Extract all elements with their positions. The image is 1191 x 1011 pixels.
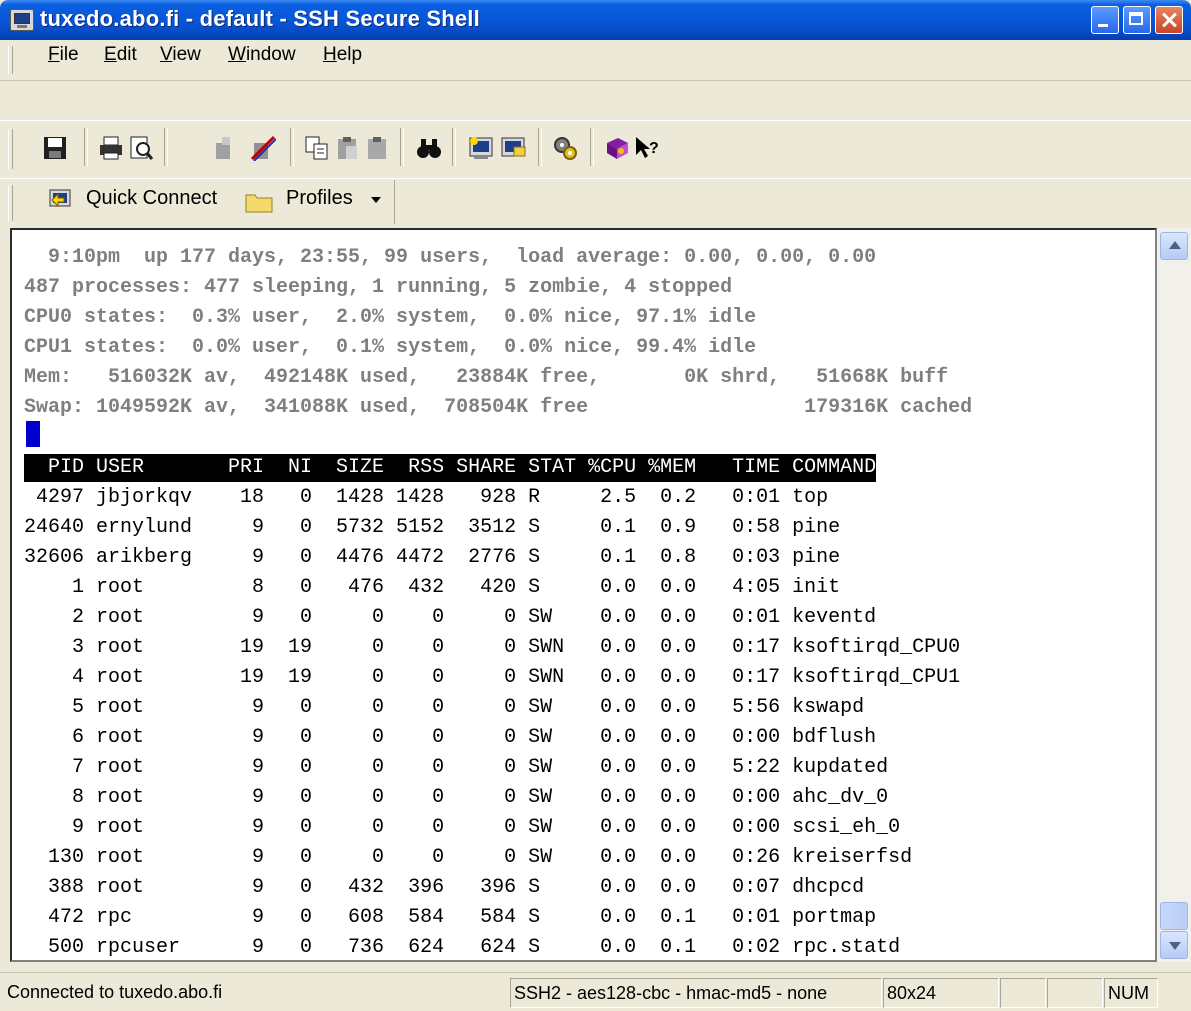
svg-text:?: ?: [649, 140, 659, 157]
status-connection: Connected to tuxedo.abo.fi: [7, 982, 223, 1002]
process-row: 4 root 19 19 0 0 0 SWN 0.0 0.0 0:17 ksof…: [24, 666, 961, 689]
process-row: 32606 arikberg 9 0 4476 4472 2776 S 0.1 …: [24, 546, 841, 569]
menu-help[interactable]: Help: [323, 44, 362, 66]
status-terminal-size: 80x24: [883, 978, 999, 1008]
save-icon[interactable]: [42, 135, 68, 161]
toolbar-separator: [400, 128, 404, 166]
toolbar-separator: [84, 128, 88, 166]
top-summary: 9:10pm up 177 days, 23:55, 99 users, loa…: [24, 243, 972, 423]
scroll-up-button[interactable]: [1160, 232, 1188, 260]
process-row: 2 root 9 0 0 0 0 SW 0.0 0.0 0:01 keventd: [24, 606, 877, 629]
new-terminal-icon[interactable]: [468, 135, 494, 161]
terminal-line: 9:10pm up 177 days, 23:55, 99 users, loa…: [24, 246, 877, 269]
minimize-button[interactable]: [1091, 6, 1119, 34]
vertical-scrollbar[interactable]: [1157, 228, 1191, 962]
paste-icon[interactable]: [335, 135, 361, 161]
process-row: 388 root 9 0 432 396 396 S 0.0 0.0 0:07 …: [24, 876, 865, 899]
process-row: 24640 ernylund 9 0 5732 5152 3512 S 0.1 …: [24, 516, 841, 539]
process-row: 8 root 9 0 0 0 0 SW 0.0 0.0 0:00 ahc_dv_…: [24, 786, 889, 809]
status-scroll: [1047, 978, 1103, 1008]
toolbar-grip: [8, 129, 13, 169]
close-button[interactable]: [1155, 6, 1183, 34]
settings-icon[interactable]: [552, 135, 578, 161]
process-row: 500 rpcuser 9 0 736 624 624 S 0.0 0.1 0:…: [24, 936, 901, 959]
process-row: 3 root 19 19 0 0 0 SWN 0.0 0.0 0:17 ksof…: [24, 636, 961, 659]
menu-file[interactable]: File: [48, 44, 79, 66]
window-title: tuxedo.abo.fi - default - SSH Secure She…: [40, 6, 480, 31]
toolbar: [0, 120, 1191, 180]
chevron-down-icon[interactable]: [370, 196, 382, 204]
copy-icon[interactable]: [304, 135, 330, 161]
terminal-cursor: [26, 421, 40, 447]
process-row: 4297 jbjorkqv 18 0 1428 1428 928 R 2.5 0…: [24, 486, 829, 509]
status-num-lock: NUM: [1104, 978, 1158, 1008]
process-row: 9 root 9 0 0 0 0 SW 0.0 0.0 0:00 scsi_eh…: [24, 816, 901, 839]
ssh-terminal-icon: [10, 9, 34, 31]
process-row: 6 root 9 0 0 0 0 SW 0.0 0.0 0:00 bdflush: [24, 726, 877, 749]
terminal-line: CPU0 states: 0.3% user, 2.0% system, 0.0…: [24, 306, 757, 329]
quick-connect-button[interactable]: Quick Connect: [86, 187, 217, 210]
toolbar-separator: [290, 128, 294, 166]
status-caps: [1000, 978, 1046, 1008]
process-row: 5 root 9 0 0 0 0 SW 0.0 0.0 5:56 kswapd: [24, 696, 865, 719]
menu-grip: [8, 46, 13, 74]
quickbar-grip: [8, 185, 13, 221]
process-row: 472 rpc 9 0 608 584 584 S 0.0 0.1 0:01 p…: [24, 906, 877, 929]
toolbar-separator: [452, 128, 456, 166]
terminal-line: Swap: 1049592K av, 341088K used, 708504K…: [24, 396, 973, 419]
profiles-button[interactable]: Profiles: [286, 187, 353, 210]
scroll-down-button[interactable]: [1160, 931, 1188, 959]
new-file-transfer-icon[interactable]: [500, 135, 526, 161]
context-help-icon[interactable]: ?: [634, 135, 660, 161]
menu-edit[interactable]: Edit: [104, 44, 137, 66]
quick-connect-icon[interactable]: [48, 188, 74, 212]
title-bar[interactable]: tuxedo.abo.fi - default - SSH Secure She…: [0, 0, 1191, 40]
process-table-header: PID USER PRI NI SIZE RSS SHARE STAT %CPU…: [24, 454, 877, 482]
scroll-thumb[interactable]: [1160, 902, 1188, 930]
status-cipher: SSH2 - aes128-cbc - hmac-md5 - none: [510, 978, 882, 1008]
toolbar-separator: [590, 128, 594, 166]
print-icon[interactable]: [98, 135, 124, 161]
process-row: 1 root 8 0 476 432 420 S 0.0 0.0 4:05 in…: [24, 576, 841, 599]
paste-clipboard-icon[interactable]: [365, 135, 391, 161]
process-row: 130 root 9 0 0 0 0 SW 0.0 0.0 0:26 kreis…: [24, 846, 913, 869]
menu-window[interactable]: Window: [228, 44, 296, 66]
process-table: PID USER PRI NI SIZE RSS SHARE STAT %CPU…: [24, 453, 960, 963]
terminal-line: CPU1 states: 0.0% user, 0.1% system, 0.0…: [24, 336, 757, 359]
print-preview-icon[interactable]: [128, 135, 154, 161]
menu-view[interactable]: View: [160, 44, 201, 66]
find-icon[interactable]: [416, 135, 442, 161]
maximize-button[interactable]: [1123, 6, 1151, 34]
toolbar-separator: [164, 128, 168, 166]
help-book-icon[interactable]: [604, 135, 630, 161]
disconnect-icon[interactable]: [250, 135, 276, 161]
terminal-line: Mem: 516032K av, 492148K used, 23884K fr…: [24, 366, 949, 389]
process-row: 7 root 9 0 0 0 0 SW 0.0 0.0 5:22 kupdate…: [24, 756, 889, 779]
connect-icon[interactable]: [212, 135, 238, 161]
terminal-line: 487 processes: 477 sleeping, 1 running, …: [24, 276, 733, 299]
profiles-folder-icon[interactable]: [244, 190, 274, 214]
toolbar-separator: [538, 128, 542, 166]
